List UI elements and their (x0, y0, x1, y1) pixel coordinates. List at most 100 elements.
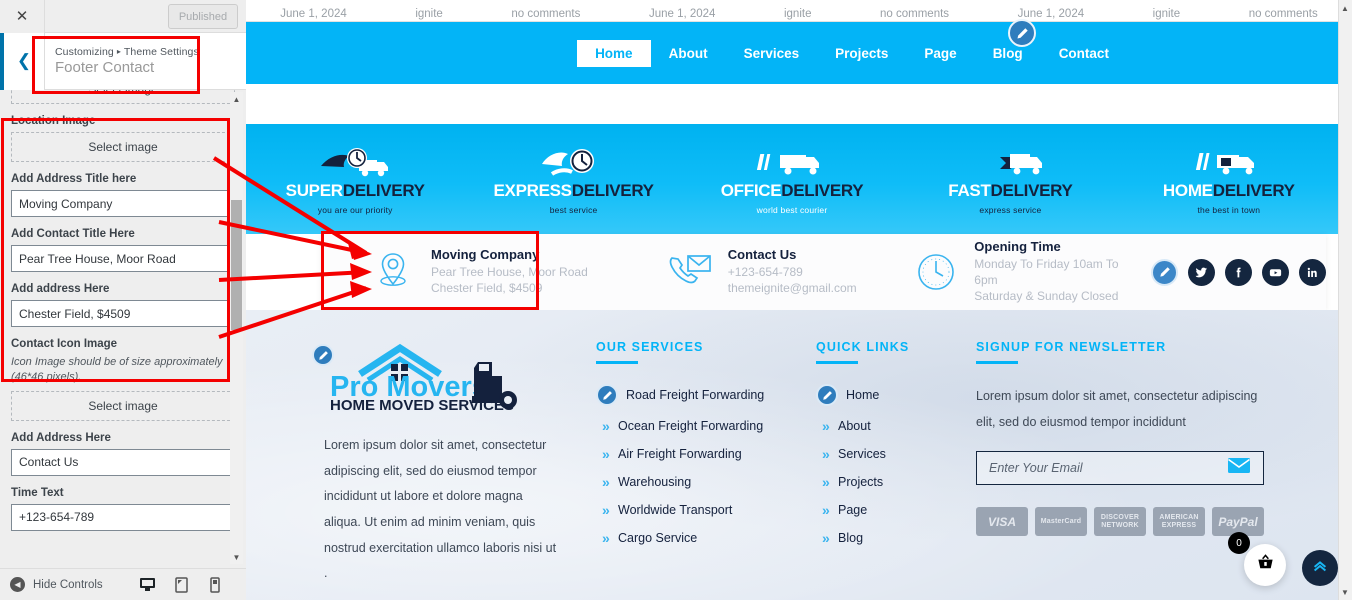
quick-link-item[interactable]: » Page (816, 502, 976, 518)
chevron-left-icon[interactable]: ❮ (0, 32, 45, 90)
publish-button[interactable]: Published (168, 4, 238, 29)
service-link-item[interactable]: » Worldwide Transport (596, 502, 816, 518)
linkedin-icon[interactable] (1299, 258, 1327, 286)
brand-edit-pencil-icon[interactable] (312, 344, 334, 366)
quick-link-item[interactable]: » Blog (816, 530, 976, 546)
footer-brand-column: Pro Movers HOME MOVED SERVICES Lorem ips… (312, 340, 574, 600)
select-image-button[interactable]: Select image (11, 390, 235, 421)
tablet-icon[interactable] (170, 574, 192, 596)
double-chevron-right-icon: » (822, 446, 830, 462)
control-label: Add Contact Title Here (11, 228, 135, 240)
opening-title: Opening Time (974, 239, 1061, 255)
footer-quicklinks-column: QUICK LINKS Home » About » Services » Projects… (816, 340, 976, 600)
sidebar-scroll-thumb[interactable] (231, 200, 242, 330)
preview-scrollbar[interactable]: ▲ ▼ (1338, 0, 1352, 600)
scroll-up-arrow-icon[interactable]: ▲ (230, 92, 243, 106)
location-pin-icon (367, 250, 419, 294)
select-image-button[interactable]: Select image (11, 132, 235, 162)
service-link-item[interactable]: » Cargo Service (596, 530, 816, 546)
text-input[interactable] (11, 300, 235, 327)
pencil-edit-icon[interactable] (816, 384, 838, 406)
breadcrumb-separator-icon: ▸ (116, 47, 122, 56)
newsletter-form[interactable] (976, 451, 1264, 486)
email-input[interactable] (989, 461, 1227, 476)
payment-mastercard-icon: MasterCard (1035, 507, 1087, 537)
heading-underline (816, 361, 858, 364)
nav-item-projects[interactable]: Projects (817, 40, 906, 67)
service-link-item[interactable]: » Warehousing (596, 474, 816, 490)
desktop-icon[interactable] (134, 574, 160, 600)
service-link-item[interactable]: » Ocean Freight Forwarding (596, 418, 816, 434)
control-help-text: Icon Image should be of size approximate… (11, 356, 223, 383)
control-label: Time Text (11, 486, 64, 499)
quick-link-item[interactable]: » Services (816, 446, 976, 462)
location-line-1: Pear Tree House, Moor Road (431, 265, 588, 280)
device-preview-buttons (134, 574, 236, 600)
pencil-edit-icon[interactable] (596, 384, 618, 406)
delivery-truck-clock-icon (246, 144, 464, 180)
select-image-button[interactable]: Select image (11, 90, 235, 104)
contact-phone-block: Contact Us +123-654-789 themeignite@gmai… (664, 247, 899, 297)
service-link-label: Ocean Freight Forwarding (618, 419, 764, 433)
customizer-controls-list[interactable]: Select image Location Image Select image Ad… (0, 90, 246, 568)
double-chevron-right-icon: » (602, 418, 610, 434)
social-links (1151, 258, 1327, 286)
nav-edit-pencil-icon[interactable] (1008, 19, 1036, 47)
social-edit-pencil-icon[interactable] (1151, 258, 1179, 286)
text-input[interactable] (11, 448, 235, 476)
quick-link-item[interactable]: » About (816, 418, 976, 434)
hide-controls-label: Hide Controls (33, 578, 103, 591)
opening-line-2: Saturday & Sunday Closed (974, 288, 1119, 303)
delivery-van-icon (683, 144, 901, 180)
heading-underline (596, 361, 638, 364)
text-input[interactable] (11, 190, 235, 217)
delivery-logo-tagline: the best in town (1197, 204, 1261, 215)
envelope-icon[interactable] (1227, 457, 1251, 479)
nav-item-page[interactable]: Page (906, 40, 974, 67)
panel-header-titles: Customizing ▸ Theme Settings Footer Cont… (45, 46, 199, 76)
double-chevron-right-icon: » (602, 446, 610, 462)
delivery-logo: OFFICEDELIVERY world best courier (683, 144, 901, 215)
quick-link-label: Services (838, 447, 886, 461)
text-input[interactable] (11, 245, 235, 272)
contact-opening-text: Opening Time Monday To Friday 10am To 6p… (974, 239, 1145, 304)
logo-word-1: HOME (1162, 180, 1213, 200)
cart-button[interactable]: 0 (1228, 532, 1286, 586)
blog-meta-card: June 1, 2024 ignite no comments (983, 0, 1352, 22)
nav-item-services[interactable]: Services (726, 40, 818, 67)
facebook-icon[interactable] (1225, 258, 1253, 286)
service-link-label: Cargo Service (618, 531, 698, 545)
control-label: Add Address Here (11, 431, 111, 444)
nav-item-about[interactable]: About (651, 40, 726, 67)
quick-link-item[interactable]: Home (816, 384, 976, 406)
control-label: Add Address Title here (11, 173, 137, 185)
quick-link-item[interactable]: » Projects (816, 474, 976, 490)
footer-columns: Pro Movers HOME MOVED SERVICES Lorem ips… (246, 310, 1338, 600)
preview-scroll-down-icon[interactable]: ▼ (1338, 584, 1352, 600)
nav-item-contact[interactable]: Contact (1041, 40, 1127, 67)
scroll-down-arrow-icon[interactable]: ▼ (230, 550, 243, 564)
contact-line-2: themeignite@gmail.com (727, 281, 857, 295)
quick-link-label: Blog (838, 531, 864, 545)
nav-item-home[interactable]: Home (577, 39, 651, 67)
blog-meta-strip: June 1, 2024 ignite no comments June 1, 202… (246, 0, 1352, 22)
service-link-item[interactable]: Road Freight Forwarding (596, 384, 816, 406)
double-chevron-right-icon: » (822, 474, 830, 490)
twitter-icon[interactable] (1188, 258, 1216, 286)
delivery-logo: SUPERDELIVERY you are our priority (246, 144, 464, 215)
back-to-top-button[interactable] (1302, 550, 1338, 586)
close-icon[interactable]: ✕ (0, 0, 45, 33)
preview-scroll-up-icon[interactable]: ▲ (1338, 0, 1352, 16)
service-link-label: Air Freight Forwarding (618, 447, 742, 461)
hide-controls-button[interactable]: ◀ Hide Controls (10, 577, 103, 592)
chevron-left-circle-icon: ◀ (10, 577, 25, 592)
text-input[interactable] (11, 503, 235, 531)
quicklinks-heading: QUICK LINKS (816, 340, 910, 354)
breadcrumb-parent[interactable]: Theme Settings (124, 46, 199, 58)
service-link-item[interactable]: » Air Freight Forwarding (596, 446, 816, 462)
youtube-icon[interactable] (1262, 258, 1290, 286)
mobile-icon[interactable] (204, 574, 226, 596)
delivery-partners-banner: SUPERDELIVERY you are our priority EXPRESS… (246, 124, 1338, 234)
blog-meta-date: June 1, 2024 (648, 8, 716, 20)
delivery-logo-tagline: best service (549, 204, 598, 215)
